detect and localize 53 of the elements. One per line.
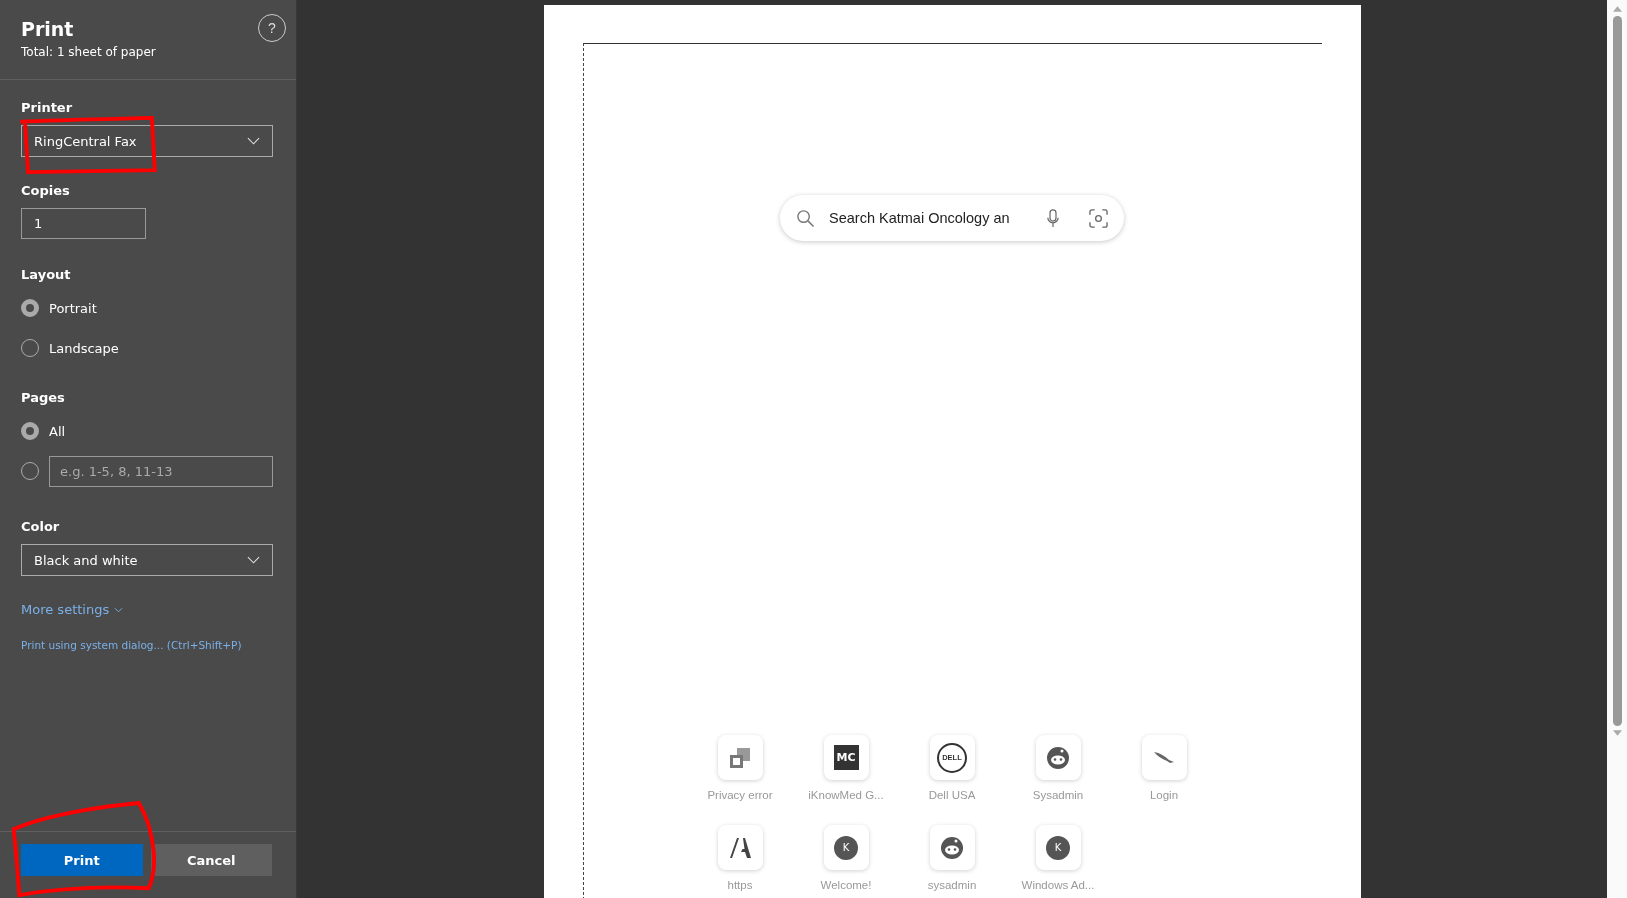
shortcut-tile[interactable]: K bbox=[823, 825, 869, 870]
squares-icon bbox=[728, 745, 752, 770]
shortcut-label: https bbox=[727, 879, 753, 891]
shortcut-label: Login bbox=[1149, 789, 1179, 801]
dialog-title: Print bbox=[21, 18, 75, 40]
shortcut-label: Welcome! bbox=[820, 879, 872, 891]
print-button[interactable]: Print bbox=[21, 844, 143, 876]
shortcut-label: Dell USA bbox=[928, 789, 976, 801]
radio-label: Landscape bbox=[49, 340, 119, 356]
chevron-icon bbox=[247, 556, 260, 564]
scroll-up-icon[interactable] bbox=[1612, 6, 1622, 12]
logo-tile: MC bbox=[833, 745, 859, 770]
radio-button[interactable] bbox=[21, 299, 39, 317]
section-label: Copies bbox=[21, 183, 70, 198]
shortcut-tile[interactable] bbox=[1141, 735, 1187, 780]
visual-search-icon[interactable] bbox=[1089, 208, 1108, 228]
shortcut-tile[interactable] bbox=[929, 825, 975, 870]
system-dialog-link[interactable]: Print using system dialog... (Ctrl+Shift+P) bbox=[21, 639, 242, 651]
shortcut-tile[interactable] bbox=[1035, 735, 1081, 780]
more-settings-link[interactable]: More settings bbox=[21, 602, 124, 617]
page-range-field[interactable]: e.g. 1-5, 8, 11-13 bbox=[49, 455, 273, 487]
shortcut-label: Sysadmin bbox=[1032, 789, 1084, 801]
alien-icon bbox=[1046, 745, 1070, 770]
section-label: Pages bbox=[21, 390, 65, 405]
section-label: Printer bbox=[21, 100, 73, 115]
color-dropdown[interactable]: Black and white bbox=[21, 544, 273, 576]
shortcut-tile[interactable] bbox=[717, 825, 763, 870]
shortcut-label: sysadmin bbox=[927, 879, 977, 891]
cancel-button[interactable]: Cancel bbox=[150, 844, 272, 876]
radio-label: Portrait bbox=[49, 300, 97, 316]
letter-avatar: K bbox=[1046, 835, 1070, 860]
search-icon bbox=[796, 208, 815, 228]
chevron-icon bbox=[114, 606, 124, 613]
copies-field[interactable]: 1 bbox=[21, 208, 146, 239]
shortcut-tile[interactable]: MC bbox=[823, 735, 869, 780]
shortcut-label: Privacy error bbox=[707, 789, 773, 801]
scroll-down-icon[interactable] bbox=[1612, 730, 1622, 736]
shortcut-label: Windows Ad... bbox=[1021, 879, 1095, 891]
scrollbar[interactable] bbox=[1607, 0, 1627, 898]
alien-icon bbox=[940, 835, 964, 860]
radio-label: All bbox=[49, 423, 66, 439]
shortcut-tile[interactable]: K bbox=[1035, 825, 1081, 870]
section-label: Layout bbox=[21, 267, 71, 282]
section-label: Color bbox=[21, 519, 60, 534]
sheet-count: Total: 1 sheet of paper bbox=[21, 45, 156, 59]
letter-avatar: K bbox=[834, 835, 858, 860]
shortcut-tile[interactable] bbox=[717, 735, 763, 780]
radio-button[interactable] bbox=[21, 422, 39, 440]
microphone-icon[interactable] bbox=[1047, 207, 1059, 229]
search-bar[interactable]: Search Katmai Oncology an bbox=[780, 195, 1124, 241]
shortcut-label: iKnowMed G... bbox=[808, 789, 884, 801]
printer-dropdown[interactable]: RingCentral Fax bbox=[21, 125, 273, 157]
chevron-icon bbox=[247, 137, 260, 145]
